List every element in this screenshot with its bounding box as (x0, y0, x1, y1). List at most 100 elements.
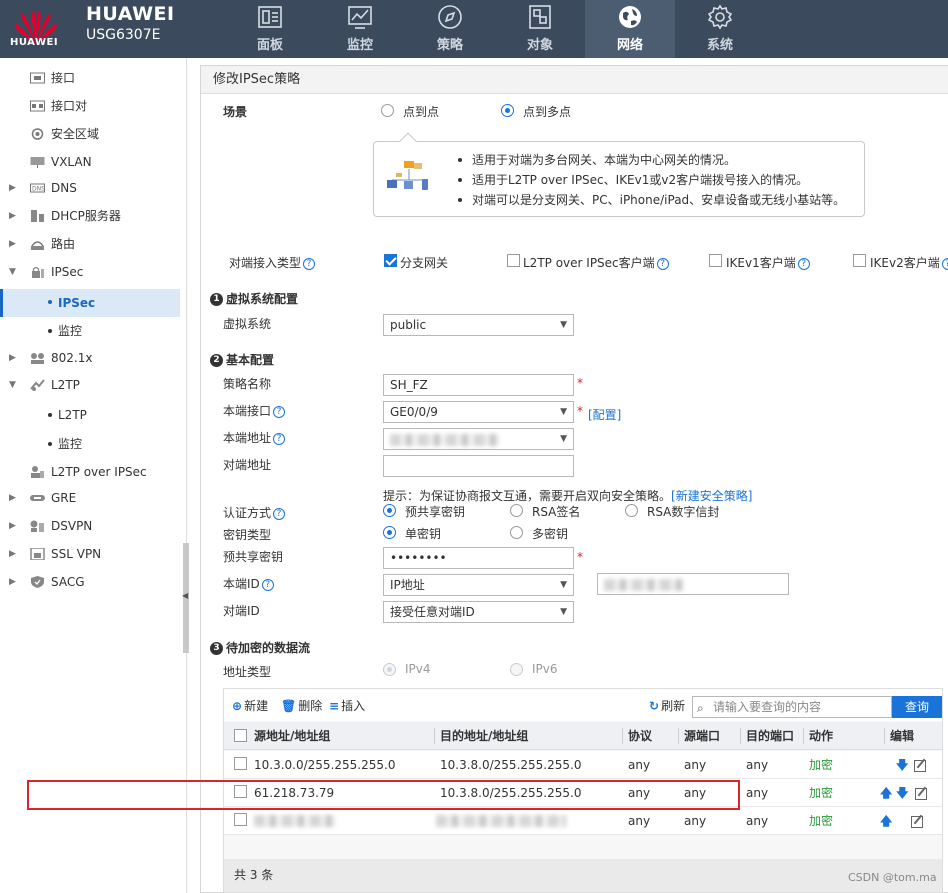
col-dest-port[interactable]: 目的端口 (739, 722, 794, 750)
col-source-port[interactable]: 源端口 (677, 722, 720, 750)
sidebar-item-dsvpn[interactable]: ▶ DSVPN (0, 513, 180, 539)
move-down-icon[interactable]: 🡇 (896, 751, 908, 779)
scenario-p2p-radio[interactable] (381, 104, 394, 117)
edit-icon[interactable] (914, 787, 927, 800)
peer-type-ikev2-checkbox[interactable] (853, 254, 866, 267)
col-edit[interactable]: 编辑 (883, 722, 914, 750)
nav-object[interactable]: 对象 (495, 0, 585, 58)
local-address-select[interactable]: ▼ (383, 428, 574, 450)
nav-system[interactable]: 系统 (675, 0, 765, 58)
auth-rsa-radio[interactable] (510, 504, 523, 517)
peer-type-branch-checkbox[interactable] (384, 254, 397, 267)
sidebar-item-security-zone[interactable]: 安全区域 (0, 121, 180, 147)
col-action[interactable]: 动作 (802, 722, 833, 750)
sidebar-collapse-handle[interactable]: ◀ (182, 543, 189, 653)
device-model: USG6307E (86, 27, 161, 43)
insert-button[interactable]: ≡ 插入 (329, 697, 365, 714)
help-icon[interactable]: ? (261, 578, 274, 591)
table-row[interactable]: 61.218.73.79 10.3.8.0/255.255.255.0 any … (224, 779, 942, 807)
nav-label: 对象 (526, 38, 553, 53)
sidebar-item-interface-pair[interactable]: 接口对 (0, 93, 180, 119)
query-button[interactable]: 查询 (892, 696, 942, 718)
key-multi-label: 多密钥 (532, 527, 569, 541)
table-header: 源地址/地址组 目的地址/地址组 协议 源端口 目的端口 动作 编辑 (224, 722, 942, 750)
help-icon[interactable]: ? (273, 432, 286, 445)
move-up-icon[interactable]: 🡅 (880, 807, 892, 835)
auth-psk-radio[interactable] (383, 504, 396, 517)
col-source[interactable]: 源地址/地址组 (254, 722, 330, 750)
nav-monitor[interactable]: 监控 (315, 0, 405, 58)
help-icon[interactable]: ? (273, 405, 286, 418)
nav-label: 网络 (616, 38, 643, 53)
ipv4-radio[interactable] (383, 663, 396, 676)
peer-id-select[interactable]: 接受任意对端ID ▼ (383, 601, 574, 623)
col-protocol[interactable]: 协议 (621, 722, 652, 750)
sidebar-item-ipsec-config[interactable]: IPSec (0, 289, 180, 317)
help-icon[interactable]: ? (797, 257, 810, 270)
redacted-source (254, 815, 336, 827)
psk-input[interactable]: •••••••• (383, 547, 574, 569)
help-icon[interactable]: ? (941, 257, 948, 270)
key-single-radio[interactable] (383, 526, 396, 539)
peer-address-input[interactable] (383, 455, 574, 477)
sidebar-item-ipsec[interactable]: ▼ IPSec (0, 259, 180, 285)
sidebar-item-interface[interactable]: 接口 (0, 65, 180, 91)
local-id-select[interactable]: IP地址 ▼ (383, 574, 574, 596)
scenario-p2mp-radio[interactable] (501, 104, 514, 117)
nav-label: 系统 (706, 38, 733, 53)
local-id-value-input[interactable] (597, 573, 789, 595)
chevron-right-icon: ▶ (9, 239, 16, 249)
col-destination[interactable]: 目的地址/地址组 (433, 722, 528, 750)
nav-network[interactable]: 网络 (585, 0, 675, 58)
key-multi-radio[interactable] (510, 526, 523, 539)
move-up-icon[interactable]: 🡅 (880, 779, 892, 807)
local-interface-select[interactable]: GE0/0/9 ▼ (383, 401, 574, 423)
compass-icon (438, 5, 462, 29)
sidebar-item-ssl-vpn[interactable]: ▶ SSL VPN (0, 541, 180, 567)
chevron-down-icon: ▼ (560, 320, 567, 330)
sidebar-item-ipsec-monitor[interactable]: 监控 (0, 318, 180, 344)
cell-source-port: any (684, 758, 707, 772)
peer-type-ikev1-checkbox[interactable] (709, 254, 722, 267)
dhcp-server-icon (31, 210, 44, 222)
sidebar-item-l2tp-over-ipsec[interactable]: L2TP over IPSec (0, 459, 180, 485)
table-row[interactable]: 10.3.0.0/255.255.255.0 10.3.8.0/255.255.… (224, 751, 942, 779)
help-icon[interactable]: ? (303, 257, 316, 270)
refresh-button[interactable]: ↻ 刷新 (649, 697, 685, 714)
help-icon[interactable]: ? (656, 257, 669, 270)
sidebar-item-sacg[interactable]: ▶ SACG (0, 569, 180, 595)
sidebar-item-l2tp-monitor[interactable]: 监控 (0, 431, 180, 457)
auth-cert-radio[interactable] (625, 504, 638, 517)
move-down-icon[interactable]: 🡇 (896, 779, 908, 807)
table-toolbar: ⊕ 新建 🗑 删除 ≡ 插入 ↻ 刷新 ⌕ 请输入要查询的内容 查询 (224, 689, 942, 721)
vsys-select[interactable]: public ▼ (383, 314, 574, 336)
peer-type-l2tp-checkbox[interactable] (507, 254, 520, 267)
ipv6-radio[interactable] (510, 663, 523, 676)
row-checkbox[interactable] (234, 813, 247, 826)
new-button[interactable]: ⊕ 新建 (232, 697, 268, 714)
sidebar-item-dhcp-server[interactable]: ▶ DHCP服务器 (0, 203, 180, 229)
sidebar-item-dns[interactable]: ▶ DNS DNS (0, 175, 180, 201)
sidebar-item-l2tp[interactable]: ▼ L2TP (0, 372, 180, 398)
row-checkbox[interactable] (234, 785, 247, 798)
sidebar-item-8021x[interactable]: ▶ 802.1x (0, 345, 180, 371)
new-security-policy-link[interactable]: [新建安全策略] (671, 489, 752, 503)
search-input[interactable]: ⌕ 请输入要查询的内容 (692, 696, 892, 718)
sidebar-item-routing[interactable]: ▶ 路由 (0, 231, 180, 257)
row-checkbox[interactable] (234, 757, 247, 770)
table-row[interactable]: any any any 加密 🡅 (224, 807, 942, 835)
sidebar-item-l2tp-config[interactable]: L2TP (0, 402, 180, 428)
policy-name-input[interactable]: SH_FZ (383, 374, 574, 396)
nav-policy[interactable]: 策略 (405, 0, 495, 58)
cell-source: 61.218.73.79 (254, 786, 335, 800)
nav-dashboard[interactable]: 面板 (225, 0, 315, 58)
sidebar-item-gre[interactable]: ▶ GRE (0, 485, 180, 511)
help-icon[interactable]: ? (273, 507, 286, 520)
delete-button[interactable]: 🗑 删除 (281, 697, 322, 714)
edit-icon[interactable] (914, 759, 927, 772)
sidebar-item-vxlan[interactable]: VXLAN (0, 149, 180, 175)
select-all-checkbox[interactable] (234, 729, 247, 742)
config-link[interactable]: [配置] (588, 406, 621, 423)
edit-icon[interactable] (911, 815, 924, 828)
local-id-label: 本端ID? (223, 575, 274, 592)
